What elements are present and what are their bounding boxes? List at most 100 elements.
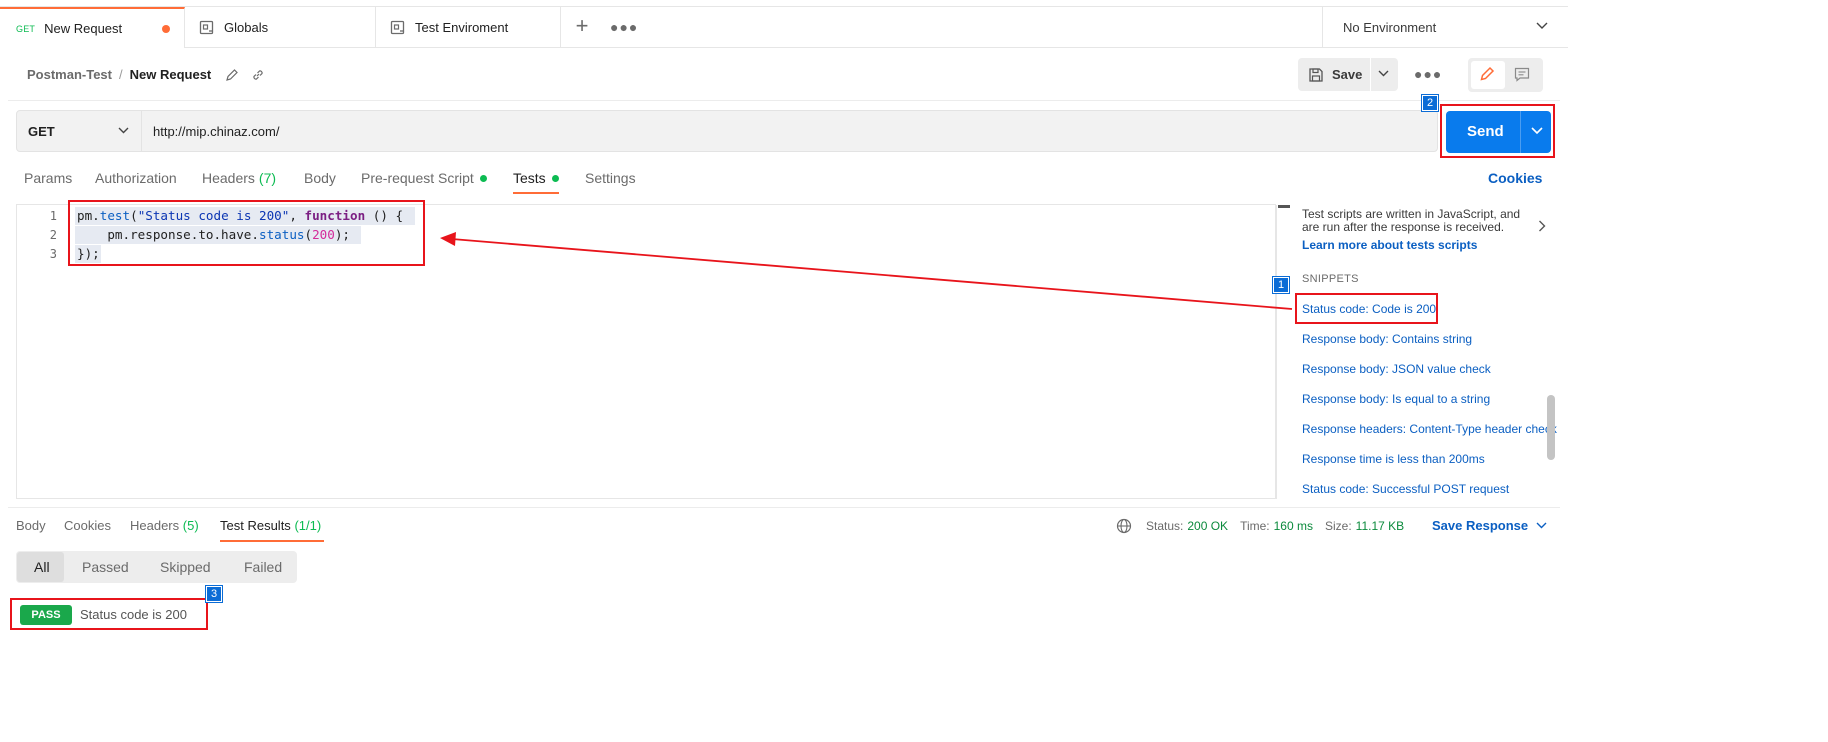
status-dot-icon (551, 174, 559, 182)
edit-pencil-icon[interactable] (225, 68, 239, 82)
snippets-scrollbar[interactable] (1547, 395, 1555, 460)
comment-icon[interactable] (1514, 67, 1530, 82)
status-value[interactable]: 200 OK (1187, 519, 1228, 533)
status-dot-icon (479, 174, 487, 182)
line-number: 3 (49, 247, 57, 261)
response-status-bar: Status: 200 OK Time: 160 ms Size: 11.17 … (1116, 518, 1404, 534)
test-result-row: PASS Status code is 200 (10, 598, 208, 630)
step-badge-2: 2 (1421, 94, 1439, 112)
snippets-description: Test scripts are written in JavaScript, … (1302, 207, 1521, 234)
tab-headers[interactable]: Headers (7) (202, 170, 276, 186)
environment-icon (199, 20, 214, 35)
code-highlight-box (68, 200, 425, 266)
url-input[interactable]: http://mip.chinaz.com/ (153, 124, 279, 139)
tab-pre-request-script[interactable]: Pre-request Script (361, 170, 487, 186)
test-results-label: Test Results (220, 518, 291, 533)
editor-mode-toggle (1468, 58, 1543, 92)
send-highlight-box: Send (1440, 104, 1555, 158)
save-divider (1370, 58, 1371, 91)
snippet-item[interactable]: Response body: JSON value check (1302, 362, 1491, 376)
snippet-highlight-box (1295, 293, 1438, 324)
tabs-more-icon[interactable]: ●●● (610, 19, 638, 35)
request-tab-bar: GET New Request Globals Test Enviroment … (0, 6, 1568, 48)
save-button[interactable]: Save (1298, 58, 1398, 91)
response-tab-cookies[interactable]: Cookies (64, 518, 111, 533)
request-more-icon[interactable]: ●●● (1414, 66, 1442, 82)
unsaved-dot-icon (162, 24, 170, 33)
cookies-link[interactable]: Cookies (1488, 170, 1542, 186)
save-response-label: Save Response (1432, 518, 1529, 533)
snippets-title: SNIPPETS (1302, 273, 1359, 285)
header-divider (8, 100, 1560, 101)
active-tab-indicator (220, 540, 324, 542)
time-value[interactable]: 160 ms (1274, 519, 1313, 533)
breadcrumb: Postman-Test / New Request (27, 67, 265, 82)
link-icon[interactable] (251, 68, 265, 82)
tab-tests[interactable]: Tests (513, 170, 559, 186)
snippet-item[interactable]: Response headers: Content-Type header ch… (1302, 422, 1557, 436)
chevron-down-icon[interactable] (1378, 70, 1389, 77)
tab-settings[interactable]: Settings (585, 170, 636, 186)
learn-more-link[interactable]: Learn more about tests scripts (1302, 238, 1477, 252)
tab-headers-count: (7) (258, 170, 277, 186)
snippet-item[interactable]: Response body: Contains string (1302, 332, 1472, 346)
breadcrumb-request-name[interactable]: New Request (130, 67, 212, 82)
save-button-label: Save (1332, 67, 1363, 82)
pass-badge: PASS (20, 605, 72, 625)
active-tab-indicator (513, 192, 559, 194)
method-select[interactable]: GET (28, 124, 55, 139)
snippet-item[interactable]: Response body: Is equal to a string (1302, 392, 1490, 406)
new-tab-plus-icon[interactable]: + (572, 15, 592, 37)
test-results-count: (1/1) (294, 518, 322, 533)
url-bar: GET http://mip.chinaz.com/ (16, 110, 1438, 152)
tab-new-request[interactable]: GET New Request (0, 7, 185, 48)
chevron-down-icon[interactable] (1531, 127, 1543, 135)
filter-passed[interactable]: Passed (82, 559, 129, 575)
editor-gutter: 1 2 3 (17, 205, 65, 498)
environment-label: No Environment (1343, 20, 1437, 35)
step-badge-1: 1 (1272, 276, 1290, 294)
tab-test-enviroment[interactable]: Test Enviroment (376, 7, 561, 48)
chevron-right-icon[interactable] (1538, 220, 1546, 232)
tab-globals[interactable]: Globals (185, 7, 376, 48)
send-divider (1520, 111, 1521, 153)
tab-label: Globals (224, 20, 269, 35)
filter-all[interactable]: All (34, 559, 50, 575)
line-number: 1 (49, 209, 57, 223)
status-label: Status: (1146, 519, 1184, 533)
time-label: Time: (1240, 519, 1270, 533)
response-tab-body[interactable]: Body (16, 518, 46, 533)
save-disk-icon (1309, 67, 1323, 82)
tab-label: Test Enviroment (415, 20, 509, 35)
breadcrumb-separator: / (119, 67, 123, 82)
test-result-name: Status code is 200 (80, 607, 187, 622)
send-button[interactable]: Send (1446, 111, 1551, 153)
tab-tests-label: Tests (513, 170, 546, 186)
breadcrumb-collection[interactable]: Postman-Test (27, 67, 112, 82)
filter-skipped[interactable]: Skipped (160, 559, 211, 575)
size-value[interactable]: 11.17 KB (1356, 519, 1404, 533)
globe-icon[interactable] (1116, 518, 1132, 534)
tab-headers-label: Headers (202, 170, 255, 186)
chevron-down-icon[interactable] (118, 127, 129, 134)
response-headers-label: Headers (130, 518, 180, 533)
response-tab-test-results[interactable]: Test Results (1/1) (220, 518, 321, 533)
snippet-item[interactable]: Response time is less than 200ms (1302, 452, 1485, 466)
environment-selector[interactable]: No Environment (1322, 7, 1568, 48)
line-number: 2 (49, 228, 57, 242)
test-results-filter: All Passed Skipped Failed (16, 551, 297, 583)
chevron-down-icon (1536, 22, 1548, 29)
editor-scroll-thumb[interactable] (1278, 205, 1290, 208)
response-divider (8, 507, 1560, 508)
response-tab-headers[interactable]: Headers (5) (130, 518, 199, 533)
tab-authorization[interactable]: Authorization (95, 170, 177, 186)
method-divider (141, 111, 142, 151)
tab-params[interactable]: Params (24, 170, 72, 186)
save-response-button[interactable]: Save Response (1432, 518, 1547, 533)
snippet-item[interactable]: Status code: Successful POST request (1302, 482, 1509, 496)
tab-body[interactable]: Body (304, 170, 336, 186)
send-button-label: Send (1467, 123, 1504, 140)
filter-failed[interactable]: Failed (244, 559, 282, 575)
editor-scrollbar[interactable] (1276, 205, 1290, 499)
size-label: Size: (1324, 519, 1352, 533)
